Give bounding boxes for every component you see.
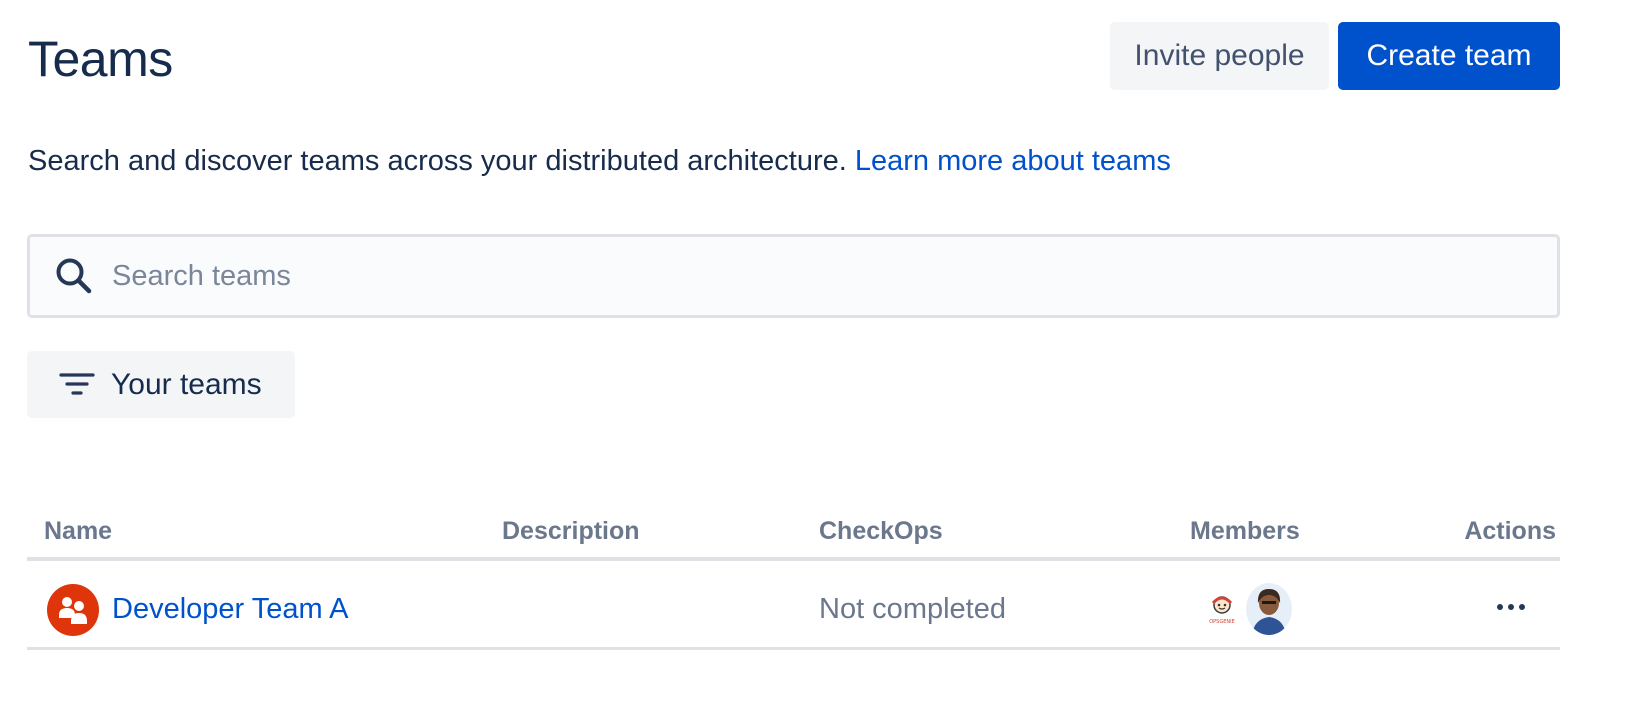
checkops-status: Not completed xyxy=(819,593,1006,625)
table-header: Name Description CheckOps Members Action… xyxy=(27,505,1560,561)
invite-people-button[interactable]: Invite people xyxy=(1110,22,1329,90)
member-avatar-icon[interactable] xyxy=(1246,583,1292,635)
intro-description: Search and discover teams across your di… xyxy=(28,145,847,177)
member-avatar-icon[interactable]: OPSGENIE xyxy=(1202,589,1242,629)
filter-label: Your teams xyxy=(111,367,262,401)
page-title: Teams xyxy=(28,31,173,87)
more-actions-button[interactable] xyxy=(1489,589,1533,625)
column-header-checkops[interactable]: CheckOps xyxy=(819,517,943,546)
members-list: OPSGENIE xyxy=(1202,581,1296,637)
search-input[interactable] xyxy=(112,246,1512,306)
more-icon xyxy=(1497,604,1525,610)
learn-more-link[interactable]: Learn more about teams xyxy=(855,145,1171,177)
filter-icon xyxy=(59,370,95,400)
team-name-link[interactable]: Developer Team A xyxy=(112,593,348,626)
teams-table: Name Description CheckOps Members Action… xyxy=(27,505,1560,650)
search-box[interactable] xyxy=(27,234,1560,318)
create-team-button[interactable]: Create team xyxy=(1338,22,1560,90)
svg-text:OPSGENIE: OPSGENIE xyxy=(1209,619,1235,625)
intro-text: Search and discover teams across your di… xyxy=(28,145,1171,178)
column-header-name[interactable]: Name xyxy=(44,517,112,546)
column-header-description[interactable]: Description xyxy=(502,517,640,546)
table-row: Developer Team A Not completed OPSGENIE xyxy=(27,561,1560,650)
column-header-actions: Actions xyxy=(1464,517,1556,545)
column-header-members: Members xyxy=(1190,517,1300,545)
your-teams-filter-button[interactable]: Your teams xyxy=(27,351,295,418)
team-avatar-icon xyxy=(47,584,99,636)
search-icon xyxy=(54,256,94,296)
